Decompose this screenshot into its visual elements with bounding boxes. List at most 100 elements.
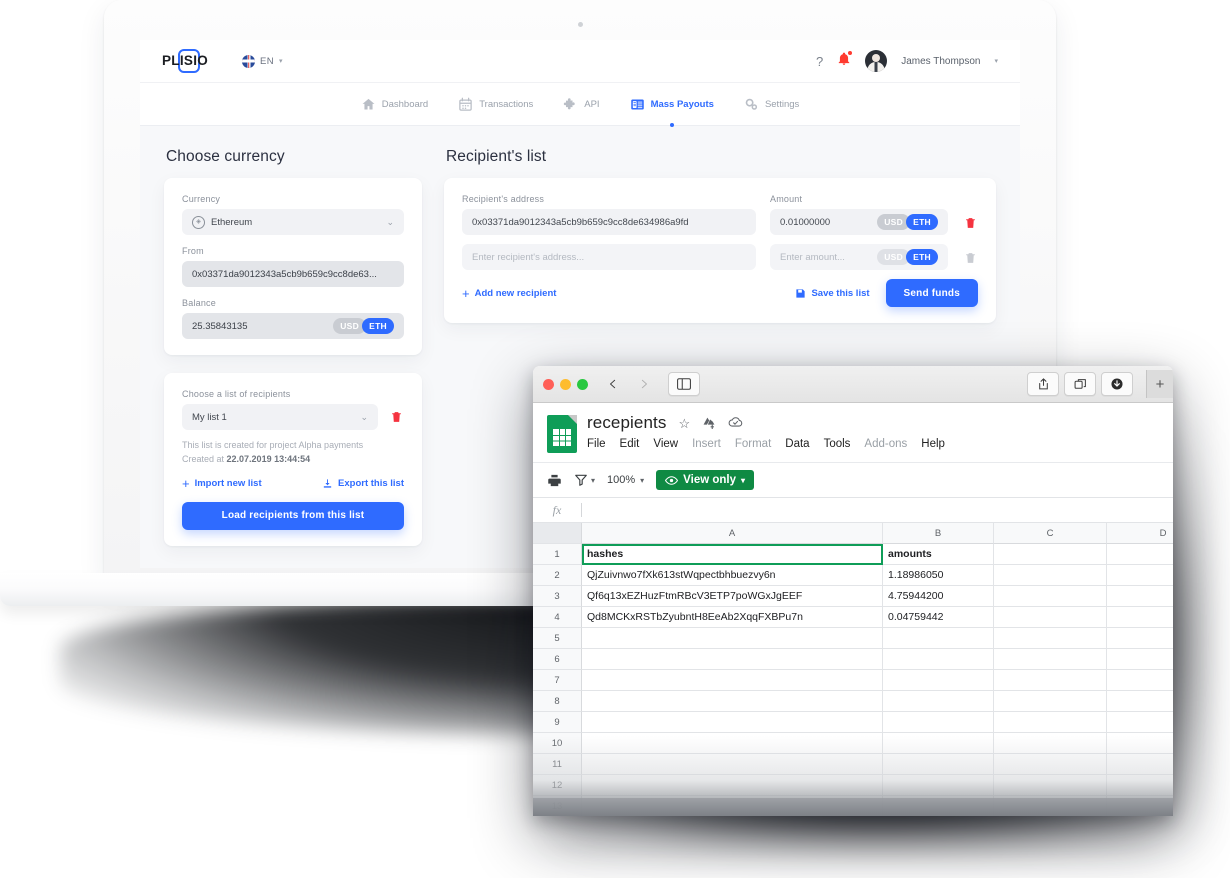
- row-header[interactable]: 7: [533, 670, 582, 691]
- row-header[interactable]: 2: [533, 565, 582, 586]
- unit-eth-button[interactable]: ETH: [906, 249, 938, 265]
- sidebar-toggle-button[interactable]: [668, 372, 700, 396]
- column-header-b[interactable]: B: [883, 523, 994, 544]
- nav-item-dashboard[interactable]: Dashboard: [359, 93, 430, 116]
- cell-c10[interactable]: [994, 733, 1107, 754]
- delete-recipient-button[interactable]: [962, 216, 978, 235]
- maximize-window-button[interactable]: [577, 378, 588, 390]
- nav-item-transactions[interactable]: Transactions: [456, 93, 535, 116]
- cell-c3[interactable]: [994, 586, 1107, 607]
- help-icon[interactable]: ?: [816, 55, 823, 68]
- save-this-list-button[interactable]: Save this list: [795, 288, 870, 299]
- avatar[interactable]: [865, 50, 888, 72]
- cell-c12[interactable]: [994, 775, 1107, 796]
- row-header[interactable]: 3: [533, 586, 582, 607]
- send-funds-button[interactable]: Send funds: [885, 279, 978, 307]
- document-title[interactable]: recepients: [587, 413, 666, 433]
- menu-format[interactable]: Format: [735, 438, 771, 450]
- column-header-d[interactable]: D: [1107, 523, 1173, 544]
- menu-add-ons[interactable]: Add-ons: [864, 438, 907, 450]
- cell-b9[interactable]: [883, 712, 994, 733]
- cell-a1[interactable]: hashes: [582, 544, 883, 565]
- cell-c4[interactable]: [994, 607, 1107, 628]
- cell-d8[interactable]: [1107, 691, 1173, 712]
- nav-item-api[interactable]: API: [561, 93, 601, 116]
- new-recipient-address-input[interactable]: Enter recipient's address...: [462, 244, 756, 270]
- cell-d7[interactable]: [1107, 670, 1173, 691]
- cell-a4[interactable]: Qd8MCKxRSTbZyubntH8EeAb2XqqFXBPu7n: [582, 607, 883, 628]
- new-recipient-amount-input[interactable]: Enter amount... USD ETH: [770, 244, 948, 270]
- user-menu-chevron-icon[interactable]: ▾: [994, 57, 998, 65]
- share-button[interactable]: [1027, 372, 1059, 396]
- row-header[interactable]: 12: [533, 775, 582, 796]
- cell-d6[interactable]: [1107, 649, 1173, 670]
- menu-data[interactable]: Data: [785, 438, 809, 450]
- load-recipients-button[interactable]: Load recipients from this list: [182, 501, 404, 530]
- cell-b2[interactable]: 1.18986050: [883, 565, 994, 586]
- notifications-bell-icon[interactable]: [837, 50, 853, 71]
- cell-d1[interactable]: [1107, 544, 1173, 565]
- select-all-corner[interactable]: [533, 523, 582, 544]
- cell-c9[interactable]: [994, 712, 1107, 733]
- cell-b1[interactable]: amounts: [883, 544, 994, 565]
- delete-recipient-button[interactable]: [962, 251, 978, 270]
- back-button[interactable]: [600, 373, 626, 395]
- add-new-recipient-button[interactable]: + Add new recipient: [462, 287, 556, 300]
- cell-d12[interactable]: [1107, 775, 1173, 796]
- unit-eth-button[interactable]: ETH: [906, 214, 938, 230]
- cell-d11[interactable]: [1107, 754, 1173, 775]
- cell-b6[interactable]: [883, 649, 994, 670]
- column-header-a[interactable]: A: [582, 523, 883, 544]
- row-header[interactable]: 8: [533, 691, 582, 712]
- export-this-list-button[interactable]: Export this list: [322, 478, 404, 489]
- nav-item-mass-payouts[interactable]: Mass Payouts: [628, 93, 716, 127]
- unit-eth-button[interactable]: ETH: [362, 318, 394, 334]
- cell-a7[interactable]: [582, 670, 883, 691]
- cell-a12[interactable]: [582, 775, 883, 796]
- menu-file[interactable]: File: [587, 438, 606, 450]
- filter-button[interactable]: ▾: [574, 473, 595, 487]
- recipient-address-input[interactable]: 0x03371da9012343a5cb9b659c9cc8de634986a9…: [462, 209, 756, 235]
- recipient-amount-input[interactable]: 0.01000000 USD ETH: [770, 209, 948, 235]
- cell-a11[interactable]: [582, 754, 883, 775]
- cell-c11[interactable]: [994, 754, 1107, 775]
- cell-c8[interactable]: [994, 691, 1107, 712]
- cell-d3[interactable]: [1107, 586, 1173, 607]
- cell-a9[interactable]: [582, 712, 883, 733]
- close-window-button[interactable]: [543, 378, 554, 390]
- cell-a3[interactable]: Qf6q13xEZHuzFtmRBcV3ETP7poWGxJgEEF: [582, 586, 883, 607]
- nav-item-settings[interactable]: Settings: [742, 93, 801, 116]
- language-selector[interactable]: EN ▾: [242, 54, 283, 68]
- formula-bar[interactable]: fx: [533, 497, 1173, 523]
- row-header[interactable]: 11: [533, 754, 582, 775]
- from-address-field[interactable]: 0x03371da9012343a5cb9b659c9cc8de63...: [182, 261, 404, 287]
- row-header[interactable]: 9: [533, 712, 582, 733]
- row-header[interactable]: 6: [533, 649, 582, 670]
- cell-d9[interactable]: [1107, 712, 1173, 733]
- cell-c7[interactable]: [994, 670, 1107, 691]
- cell-b7[interactable]: [883, 670, 994, 691]
- menu-tools[interactable]: Tools: [824, 438, 851, 450]
- row-header[interactable]: 4: [533, 607, 582, 628]
- cell-c6[interactable]: [994, 649, 1107, 670]
- move-to-drive-icon[interactable]: [702, 416, 716, 431]
- downloads-button[interactable]: [1101, 372, 1133, 396]
- cell-a10[interactable]: [582, 733, 883, 754]
- row-header[interactable]: 5: [533, 628, 582, 649]
- cell-c2[interactable]: [994, 565, 1107, 586]
- cell-a2[interactable]: QjZuivnwo7fXk613stWqpectbhbuezvy6n: [582, 565, 883, 586]
- cell-a6[interactable]: [582, 649, 883, 670]
- cell-b3[interactable]: 4.75944200: [883, 586, 994, 607]
- view-only-button[interactable]: View only ▾: [656, 470, 755, 490]
- cell-b12[interactable]: [883, 775, 994, 796]
- row-header[interactable]: 10: [533, 733, 582, 754]
- cell-a5[interactable]: [582, 628, 883, 649]
- minimize-window-button[interactable]: [560, 378, 571, 390]
- menu-help[interactable]: Help: [921, 438, 945, 450]
- new-tab-button[interactable]: +: [1146, 370, 1173, 398]
- spreadsheet-grid[interactable]: A B C D 1 hashes amounts 2 QjZuivnwo7fXk…: [533, 523, 1173, 816]
- list-select[interactable]: My list 1 ⌄: [182, 404, 378, 430]
- menu-view[interactable]: View: [653, 438, 678, 450]
- cell-d4[interactable]: [1107, 607, 1173, 628]
- cell-c5[interactable]: [994, 628, 1107, 649]
